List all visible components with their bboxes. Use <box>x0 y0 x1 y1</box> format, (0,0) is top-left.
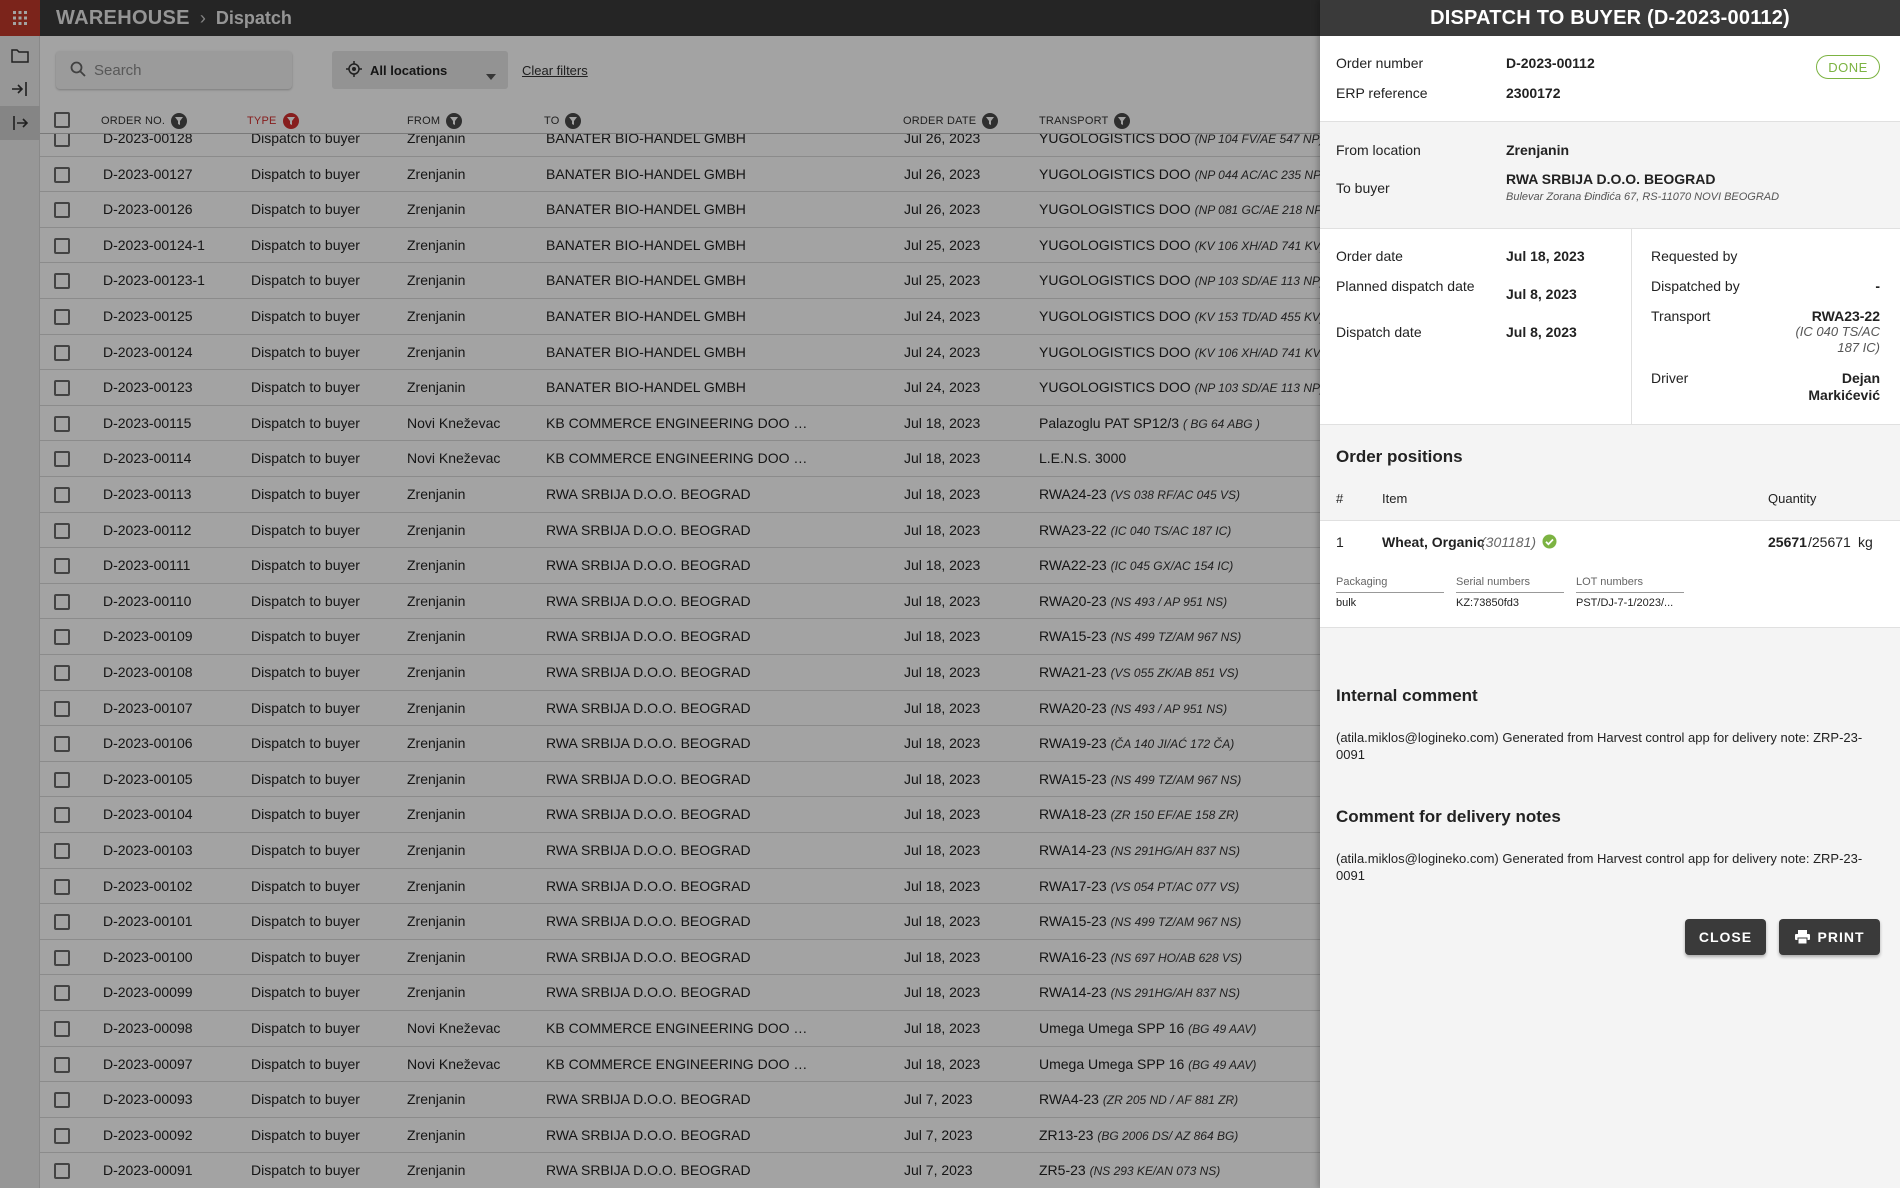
transport-plates: (IC 040 TS/AC 187 IC) <box>1795 324 1880 355</box>
comments-section <box>1320 628 1900 1188</box>
packaging-value: bulk <box>1336 597 1357 609</box>
printer-icon <box>1794 930 1810 944</box>
close-button-label: CLOSE <box>1698 929 1753 945</box>
check-circle-icon <box>1542 534 1557 552</box>
position-quantity: 25671 <box>1768 534 1807 550</box>
serial-numbers-underline <box>1456 592 1564 593</box>
requested-by-label: Requested by <box>1651 248 1738 264</box>
close-button[interactable]: CLOSE <box>1685 919 1766 955</box>
lot-numbers-underline <box>1576 592 1684 593</box>
lot-numbers-value: PST/DJ-7-1/2023/... <box>1576 597 1674 609</box>
order-date-label: Order date <box>1336 248 1403 264</box>
serial-numbers-value: KZ:73850fd3 <box>1456 597 1519 609</box>
status-badge: DONE <box>1816 55 1880 79</box>
divider <box>1320 228 1900 229</box>
internal-comment-text: (atila.miklos@logineko.com) Generated fr… <box>1336 730 1863 762</box>
order-number-label: Order number <box>1336 55 1424 71</box>
positions-col-number: # <box>1336 491 1344 506</box>
panel-title: DISPATCH TO BUYER (D-2023-00112) <box>1320 0 1900 36</box>
positions-col-item: Item <box>1382 491 1408 506</box>
driver-label: Driver <box>1651 370 1689 386</box>
divider <box>1320 121 1900 122</box>
detail-panel: DISPATCH TO BUYER (D-2023-00112) Order n… <box>1320 0 1900 1188</box>
positions-title: Order positions <box>1336 447 1463 466</box>
from-location-label: From location <box>1336 142 1421 158</box>
position-unit: kg <box>1858 534 1873 550</box>
dispatch-date-value: Jul 8, 2023 <box>1506 324 1577 340</box>
planned-dispatch-label: Planned dispatch date <box>1336 278 1475 294</box>
modal-backdrop[interactable] <box>0 0 1320 1188</box>
print-button[interactable]: PRINT <box>1779 919 1880 955</box>
positions-col-quantity: Quantity <box>1768 491 1817 506</box>
packaging-underline <box>1336 592 1444 593</box>
order-date-value: Jul 18, 2023 <box>1506 248 1585 264</box>
dispatched-by-value: - <box>1875 278 1880 294</box>
delivery-comment-title: Comment for delivery notes <box>1336 807 1561 826</box>
transport-label: Transport <box>1651 308 1711 324</box>
from-location-value: Zrenjanin <box>1506 142 1570 158</box>
delivery-comment-text: (atila.miklos@logineko.com) Generated fr… <box>1336 851 1863 883</box>
order-number-value: D-2023-00112 <box>1506 55 1595 71</box>
serial-numbers-label: Serial numbers <box>1456 576 1530 588</box>
dispatched-by-label: Dispatched by <box>1651 278 1740 294</box>
to-buyer-value: RWA SRBIJA D.O.O. BEOGRAD <box>1506 171 1716 187</box>
dispatch-date-label: Dispatch date <box>1336 324 1422 340</box>
divider <box>1631 228 1632 424</box>
transport-value: RWA23-22 <box>1811 308 1880 324</box>
to-buyer-address: Bulevar Zorana Đinđića 67, RS-11070 NOVI… <box>1506 191 1780 203</box>
print-button-label: PRINT <box>1817 929 1865 945</box>
divider <box>1320 520 1900 521</box>
position-number: 1 <box>1336 534 1344 550</box>
position-item: Wheat, Organic <box>1382 534 1485 550</box>
to-buyer-label: To buyer <box>1336 180 1390 196</box>
erp-reference-value: 2300172 <box>1506 85 1561 101</box>
lot-numbers-label: LOT numbers <box>1576 576 1644 588</box>
packaging-label: Packaging <box>1336 576 1388 588</box>
driver-value: Dejan Markićević <box>1808 370 1880 403</box>
erp-reference-label: ERP reference <box>1336 85 1428 101</box>
planned-dispatch-value: Jul 8, 2023 <box>1506 286 1577 302</box>
position-item-code: (301181) <box>1481 534 1537 550</box>
position-quantity-total: /25671 <box>1808 534 1851 550</box>
internal-comment-title: Internal comment <box>1336 686 1478 705</box>
